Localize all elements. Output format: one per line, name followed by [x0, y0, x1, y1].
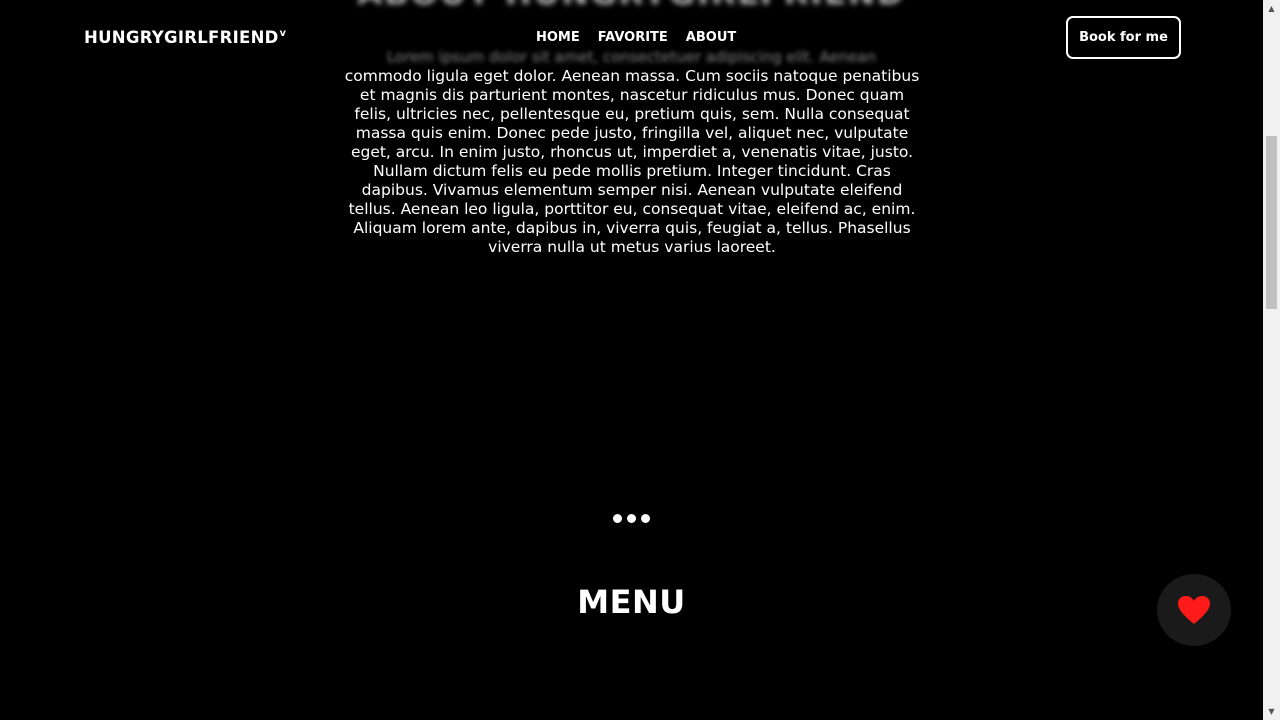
about-line: et magnis dis parturient montes, nascetu…	[359, 86, 905, 104]
divider-dot	[613, 514, 622, 523]
scroll-up-arrow-icon[interactable]: ▲	[1263, 0, 1280, 17]
nav-home-link[interactable]: HOME	[536, 30, 580, 45]
heart-icon	[1178, 596, 1210, 624]
site-header: HUNGRYGIRLFRIENDv HOME FAVORITE ABOUT Bo…	[0, 0, 1263, 76]
divider-dot	[627, 514, 636, 523]
menu-section-title: MENU	[577, 583, 686, 621]
nav-favorite-link[interactable]: FAVORITE	[598, 30, 668, 45]
scroll-down-arrow-icon[interactable]: ▼	[1263, 703, 1280, 720]
vertical-scrollbar[interactable]: ▲ ▼	[1263, 0, 1280, 720]
about-line: eget, arcu. In enim justo, rhoncus ut, i…	[350, 143, 914, 161]
about-line: massa quis enim. Donec pede justo, fring…	[355, 124, 909, 142]
about-line: tellus. Aenean leo ligula, porttitor eu,…	[348, 200, 916, 218]
site-logo[interactable]: HUNGRYGIRLFRIENDv	[84, 28, 286, 48]
book-for-me-button[interactable]: Book for me	[1066, 16, 1181, 59]
page: ABOUT HUNGRYGIRLFRIEND HUNGRYGIRLFRIENDv…	[0, 0, 1280, 720]
about-line: Nullam dictum felis eu pede mollis preti…	[373, 162, 891, 180]
about-line: viverra nulla ut metus varius laoreet.	[488, 238, 776, 256]
main-nav: HOME FAVORITE ABOUT	[536, 30, 736, 45]
about-line: Aliquam lorem ante, dapibus in, viverra …	[353, 219, 911, 237]
about-line: felis, ultricies nec, pellentesque eu, p…	[354, 105, 910, 123]
logo-mark: v	[279, 28, 287, 39]
logo-text: HUNGRYGIRLFRIEND	[84, 28, 279, 48]
nav-about-link[interactable]: ABOUT	[686, 30, 736, 45]
favorite-floating-button[interactable]	[1157, 574, 1231, 646]
divider-dot	[641, 514, 650, 523]
scroll-thumb[interactable]	[1266, 136, 1277, 309]
about-paragraph: commodo ligula eget dolor. Aenean massa.…	[332, 67, 932, 257]
about-line: dapibus. Vivamus elementum semper nisi. …	[361, 181, 903, 199]
section-divider-dots	[613, 514, 650, 523]
